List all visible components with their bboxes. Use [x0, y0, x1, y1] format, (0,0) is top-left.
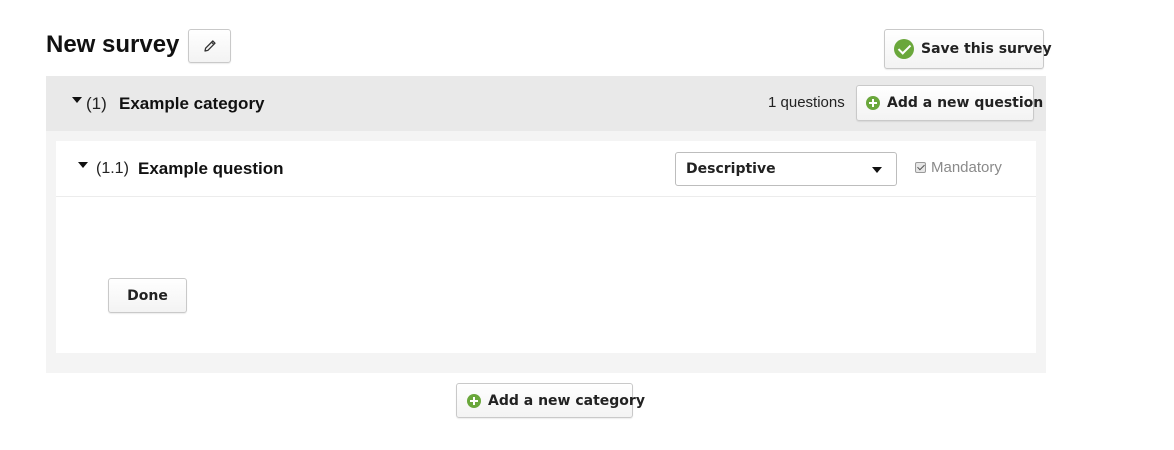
category-collapse-icon[interactable]	[72, 97, 82, 103]
add-question-label: Add a new question	[887, 95, 1044, 111]
checkbox-checked-icon[interactable]	[915, 162, 926, 173]
edit-title-button[interactable]	[188, 29, 231, 63]
question-divider	[56, 196, 1036, 197]
category-number: (1)	[86, 94, 107, 113]
add-category-button[interactable]: Add a new category	[456, 383, 645, 418]
plus-circle-icon	[467, 393, 481, 408]
done-label: Done	[127, 287, 168, 304]
question-name[interactable]: Example question	[138, 159, 283, 179]
question-number: (1.1)	[96, 160, 129, 177]
mandatory-checkbox[interactable]: Mandatory	[915, 159, 1002, 176]
chevron-down-icon	[872, 167, 882, 173]
pencil-icon	[202, 38, 218, 54]
questions-count: 1 questions	[768, 94, 845, 111]
plus-circle-icon	[866, 96, 880, 110]
done-button[interactable]: Done	[108, 278, 187, 313]
save-survey-button[interactable]: Save this survey	[884, 29, 1052, 69]
save-survey-label: Save this survey	[921, 41, 1052, 57]
check-circle-icon	[894, 39, 914, 59]
question-type-select[interactable]: Descriptive	[675, 152, 897, 186]
add-question-button[interactable]: Add a new question	[856, 85, 1043, 121]
category-name[interactable]: Example category	[119, 94, 265, 114]
mandatory-label: Mandatory	[931, 159, 1002, 176]
add-category-label: Add a new category	[488, 392, 645, 409]
question-collapse-icon[interactable]	[78, 162, 88, 168]
question-type-value: Descriptive	[686, 161, 776, 177]
page-title: New survey	[46, 31, 180, 58]
